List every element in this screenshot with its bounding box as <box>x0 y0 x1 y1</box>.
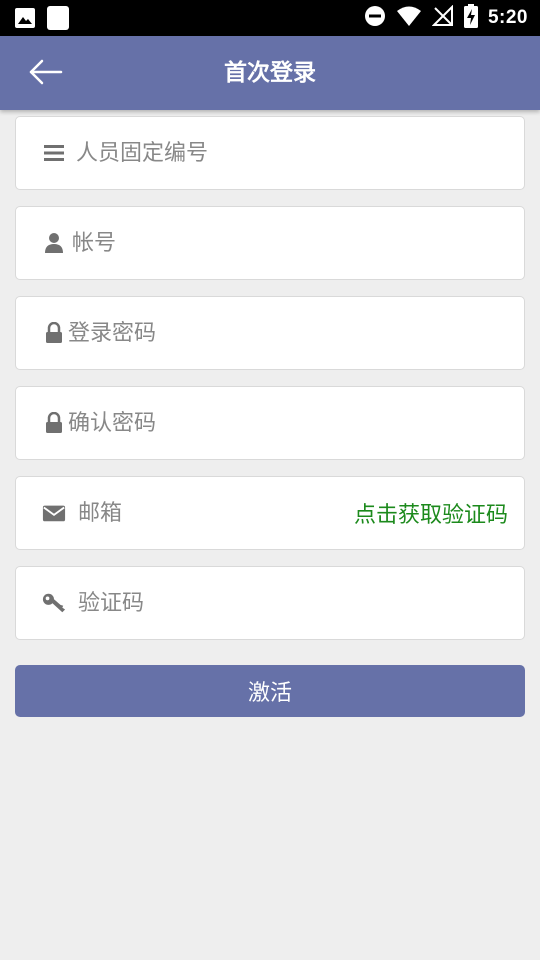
back-button[interactable] <box>24 52 68 96</box>
lock-icon <box>42 411 66 435</box>
status-time: 5:20 <box>487 7 528 28</box>
lock-icon <box>42 321 66 345</box>
confirm-password-field[interactable] <box>15 386 525 460</box>
square-icon <box>46 6 70 34</box>
image-icon <box>14 7 36 33</box>
login-password-field[interactable] <box>15 296 525 370</box>
status-bar-left <box>14 6 70 34</box>
wifi-icon <box>396 5 422 31</box>
account-input[interactable] <box>72 223 524 263</box>
login-password-input[interactable] <box>68 313 524 353</box>
confirm-password-input[interactable] <box>68 403 524 443</box>
account-field[interactable] <box>15 206 525 280</box>
list-icon <box>42 141 66 165</box>
email-field[interactable]: 点击获取验证码 <box>15 476 525 550</box>
status-bar-right: 5:20 <box>364 0 528 36</box>
email-input[interactable] <box>78 493 354 533</box>
status-bar: 5:20 <box>0 0 540 36</box>
page-title: 首次登录 <box>224 60 316 86</box>
battery-charging-icon <box>463 4 478 32</box>
first-login-form: 点击获取验证码 <box>15 116 525 656</box>
do-not-disturb-icon <box>364 5 386 31</box>
verification-code-field[interactable] <box>15 566 525 640</box>
mail-icon <box>42 501 66 525</box>
user-icon <box>42 231 66 255</box>
back-arrow-icon <box>29 59 63 89</box>
activate-button[interactable]: 激活 <box>15 665 525 717</box>
no-sim-icon <box>431 4 454 31</box>
key-icon <box>42 591 66 615</box>
staff-id-input[interactable] <box>76 133 524 173</box>
get-verification-code-link[interactable]: 点击获取验证码 <box>354 497 508 529</box>
app-bar: 首次登录 <box>0 36 540 110</box>
verification-code-input[interactable] <box>78 583 524 623</box>
staff-id-field[interactable] <box>15 116 525 190</box>
